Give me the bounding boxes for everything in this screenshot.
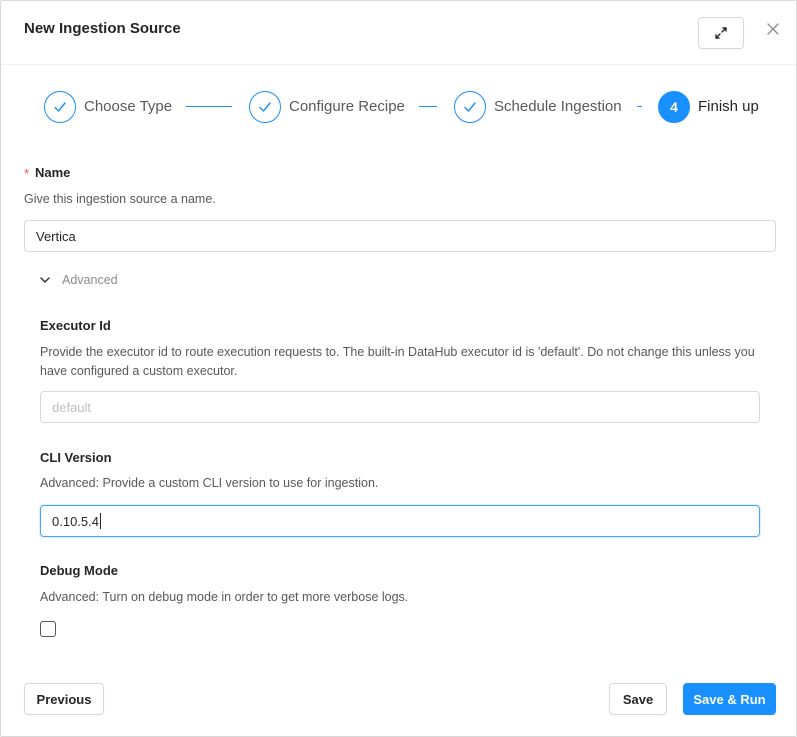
step-3-check-icon bbox=[454, 91, 486, 123]
executor-id-label: Executor Id bbox=[40, 318, 111, 333]
step-2-check-icon bbox=[249, 91, 281, 123]
executor-id-input[interactable]: default bbox=[40, 391, 760, 423]
modal-header: New Ingestion Source bbox=[1, 1, 796, 65]
debug-mode-label: Debug Mode bbox=[40, 563, 118, 578]
expand-button[interactable] bbox=[698, 17, 744, 49]
name-help: Give this ingestion source a name. bbox=[24, 192, 216, 206]
step-1-check-icon bbox=[44, 91, 76, 123]
cli-version-label: CLI Version bbox=[40, 450, 112, 465]
step-2-label: Configure Recipe bbox=[289, 98, 405, 115]
cli-version-help: Advanced: Provide a custom CLI version t… bbox=[40, 476, 379, 490]
step-4-number: 4 bbox=[658, 91, 690, 123]
step-connector bbox=[419, 106, 437, 107]
step-connector bbox=[637, 106, 642, 107]
expand-arrows-icon bbox=[715, 27, 727, 39]
advanced-toggle[interactable]: Advanced bbox=[39, 273, 118, 287]
progress-steps: Choose Type Configure Recipe Schedule In… bbox=[1, 87, 797, 127]
executor-id-help: Provide the executor id to route executi… bbox=[40, 345, 755, 378]
save-button[interactable]: Save bbox=[609, 683, 667, 715]
previous-button[interactable]: Previous bbox=[24, 683, 104, 715]
chevron-down-icon bbox=[40, 277, 50, 283]
step-3-label: Schedule Ingestion bbox=[494, 98, 622, 115]
cli-version-value: 0.10.5.4 bbox=[52, 513, 99, 529]
ingestion-source-modal: New Ingestion Source Choose Type Configu… bbox=[0, 0, 797, 737]
step-connector bbox=[186, 106, 232, 107]
step-1-label: Choose Type bbox=[84, 98, 173, 115]
close-button[interactable] bbox=[764, 20, 782, 38]
debug-mode-help: Advanced: Turn on debug mode in order to… bbox=[40, 590, 409, 604]
step-4-label: Finish up bbox=[698, 98, 759, 115]
name-label: Name bbox=[35, 165, 71, 180]
modal-title: New Ingestion Source bbox=[24, 20, 181, 37]
name-input[interactable]: Vertica bbox=[24, 220, 776, 252]
cli-version-input[interactable]: 0.10.5.4 bbox=[40, 505, 760, 537]
close-icon bbox=[767, 23, 779, 35]
advanced-label: Advanced bbox=[62, 273, 118, 287]
save-and-run-button[interactable]: Save & Run bbox=[683, 683, 776, 715]
text-caret bbox=[100, 513, 101, 529]
required-marker: * bbox=[24, 166, 30, 181]
debug-mode-checkbox[interactable] bbox=[40, 621, 56, 637]
